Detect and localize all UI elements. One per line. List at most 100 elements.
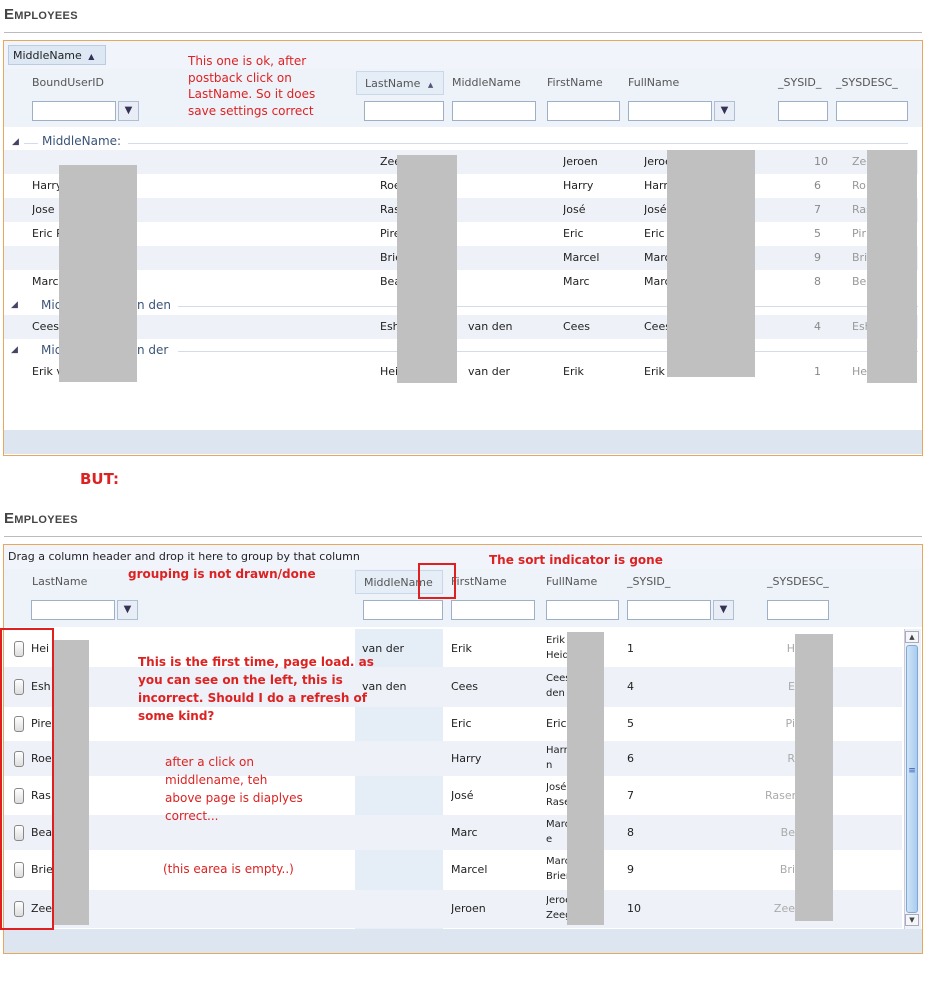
group-panel	[4, 41, 922, 69]
cell-first: Harry	[451, 751, 482, 765]
cell-first: Harry	[563, 179, 594, 192]
cell-sysid: 9	[627, 863, 634, 876]
filter-input-middlename[interactable]	[363, 600, 443, 620]
group-pill-middlename[interactable]: MiddleName ▲	[8, 45, 106, 65]
note-grouping: grouping is not drawn/done	[128, 567, 316, 581]
highlight-box-sort-indicator	[418, 563, 456, 599]
scroll-thumb[interactable]: ≡	[906, 645, 918, 913]
column-header-sysid[interactable]: _SYSID_	[770, 71, 832, 95]
cell-sysid: 4	[627, 680, 634, 693]
group-caption-suffix: n der	[137, 343, 169, 357]
column-header-firstname[interactable]: FirstName	[539, 71, 620, 95]
column-header-fullname[interactable]: FullName	[538, 570, 619, 594]
cell-sysid: 4	[814, 320, 821, 333]
cell-sysdesc: Ras	[852, 203, 868, 216]
cell-first: Marcel	[451, 863, 488, 876]
highlight-box-rows	[0, 628, 54, 930]
cell-first: Marc	[563, 275, 590, 288]
filter-funnel-icon[interactable]: ▼	[118, 101, 139, 121]
table-row[interactable]	[4, 270, 918, 294]
table-row[interactable]	[4, 360, 918, 384]
filter-input-firstname[interactable]	[547, 101, 620, 121]
cell-bound: Harry	[32, 179, 63, 192]
column-header-fullname[interactable]: FullName	[620, 71, 770, 95]
cell-sysdesc: Bri	[852, 251, 868, 264]
cell-first: Marc	[451, 825, 478, 839]
title-divider-top	[4, 32, 922, 33]
page-title-bottom: Employees	[4, 510, 78, 527]
cell-sysdesc: Bri	[779, 863, 795, 876]
filter-input-sysdesc[interactable]	[767, 600, 829, 620]
cell-sysid: 5	[627, 717, 634, 730]
group-line	[178, 306, 918, 307]
cell-sysdesc: Bea	[852, 275, 868, 288]
redaction-block	[795, 634, 833, 921]
column-header-middlename[interactable]: MiddleName	[444, 71, 539, 95]
cell-first: Eric	[563, 227, 584, 240]
filter-input-sysid[interactable]	[627, 600, 711, 620]
cell-bound: Marc	[32, 275, 59, 288]
redaction-block	[59, 165, 137, 382]
cell-first: Jeroen	[451, 902, 486, 915]
cell-first: Erik	[451, 641, 472, 655]
cell-full: Harr	[644, 179, 668, 192]
filter-input-lastname[interactable]	[31, 600, 115, 620]
cell-bound: Jose I	[32, 203, 62, 216]
column-header-sysdesc[interactable]: _SYSDESC_	[759, 570, 829, 594]
note-line: correct...	[165, 809, 219, 823]
title-divider-bottom	[4, 536, 922, 537]
cell-middle: van der	[468, 365, 510, 378]
collapse-group-icon[interactable]: ◢	[11, 300, 18, 310]
collapse-group-icon[interactable]: ◢	[11, 345, 18, 355]
column-header-lastname[interactable]: LastName ▲	[356, 71, 444, 95]
table-row[interactable]	[4, 174, 918, 198]
table-row[interactable]	[4, 315, 918, 339]
filter-input-fullname[interactable]	[546, 600, 619, 620]
filter-input-fullname[interactable]	[628, 101, 712, 121]
table-row[interactable]	[4, 150, 918, 174]
scroll-down-icon[interactable]: ▼	[905, 914, 919, 926]
filter-funnel-icon[interactable]: ▼	[117, 600, 138, 620]
filter-input-middlename[interactable]	[452, 101, 536, 121]
table-row[interactable]	[4, 198, 918, 222]
cell-sysid: 7	[814, 203, 821, 216]
scroll-up-icon[interactable]: ▲	[905, 631, 919, 643]
redaction-block	[667, 150, 755, 377]
note-after-click: after a click on middlename, teh above p…	[165, 753, 303, 825]
filter-input-sysid[interactable]	[778, 101, 828, 121]
cell-sysdesc: Rasen	[765, 788, 795, 802]
note-line: incorrect. Should I do a refresh of	[138, 691, 368, 705]
table-row[interactable]	[4, 222, 918, 246]
collapse-group-icon[interactable]: ◢	[12, 137, 19, 147]
cell-middle: van den	[468, 320, 513, 333]
cell-first: José	[451, 788, 474, 802]
cell-sysdesc: Esh	[852, 320, 868, 333]
redaction-block	[54, 640, 89, 925]
cell-full2: e	[546, 833, 553, 845]
but-label: BUT:	[80, 470, 120, 488]
filter-funnel-icon[interactable]: ▼	[713, 600, 734, 620]
column-header-firstname[interactable]: FirstName	[443, 570, 538, 594]
table-row[interactable]	[4, 246, 918, 270]
grid-footer	[4, 929, 922, 953]
column-header-sysdesc[interactable]: _SYSDESC_	[828, 71, 908, 95]
note-line: middlename, teh	[165, 773, 268, 787]
filter-funnel-icon[interactable]: ▼	[714, 101, 735, 121]
annotation-line: postback click on	[188, 70, 292, 85]
filter-input-sysdesc[interactable]	[836, 101, 908, 121]
cell-sysid: 6	[814, 179, 821, 192]
cell-sysid: 10	[814, 155, 828, 168]
cell-sysid: 8	[627, 825, 634, 839]
cell-last: Hei	[380, 365, 399, 378]
cell-first: Cees	[451, 680, 478, 693]
filter-input-lastname[interactable]	[364, 101, 444, 121]
page-title-top: Employees	[4, 6, 78, 23]
filter-input-firstname[interactable]	[451, 600, 535, 620]
filter-input-bounduserid[interactable]	[32, 101, 116, 121]
cell-full2: n	[546, 759, 553, 771]
note-empty-area: (this earea is empty..)	[163, 862, 294, 876]
column-header-sysid[interactable]: _SYSID_	[619, 570, 759, 594]
cell-first: José	[563, 203, 586, 216]
cell-full: Eric	[644, 227, 665, 240]
note-line: after a click on	[165, 755, 254, 769]
